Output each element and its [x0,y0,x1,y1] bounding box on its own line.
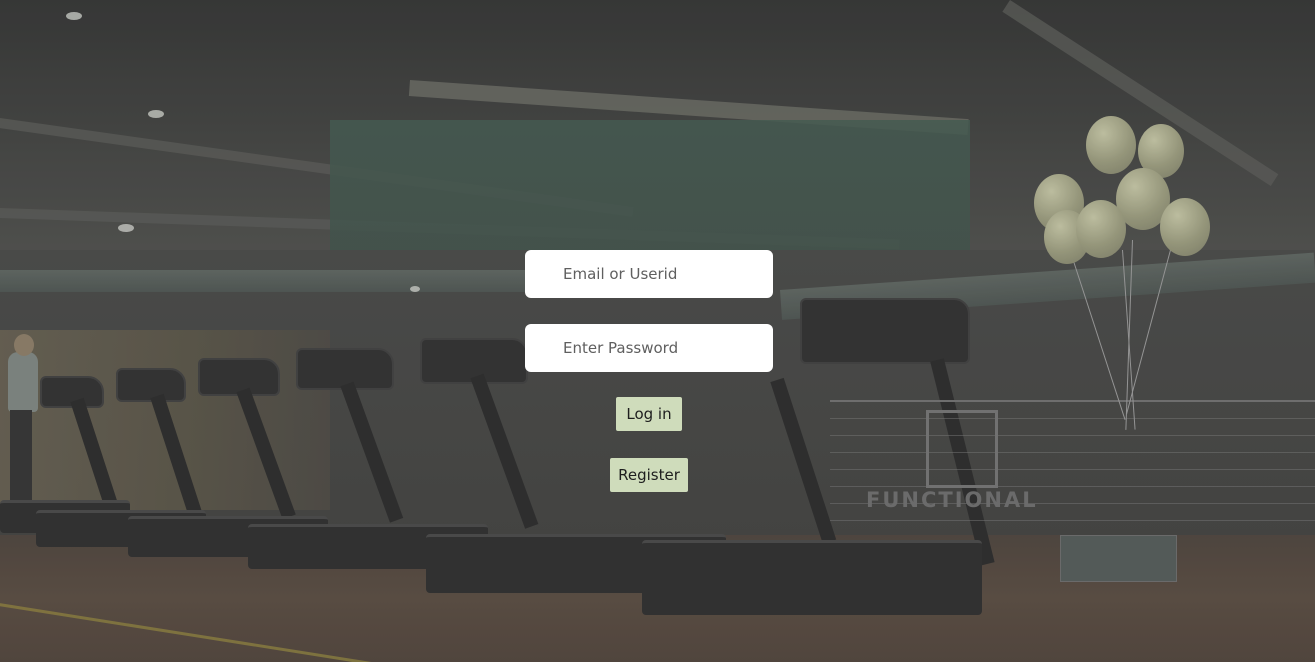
login-button[interactable]: Log in [616,397,682,431]
background-scene: FUNCTIONAL Log in Register [0,0,1315,662]
password-field[interactable] [525,324,773,372]
register-button[interactable]: Register [610,458,688,492]
email-field[interactable] [525,250,773,298]
